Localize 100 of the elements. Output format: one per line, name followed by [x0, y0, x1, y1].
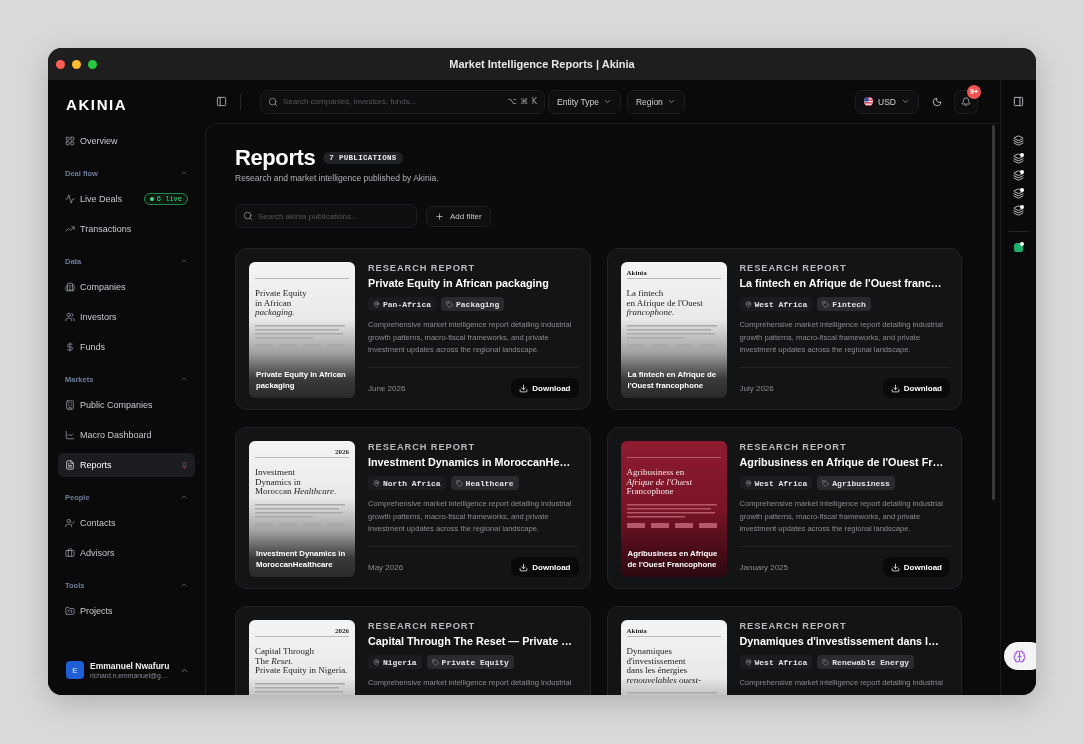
map-pin-icon	[373, 300, 380, 308]
tag-icon	[431, 658, 439, 666]
currency-dropdown[interactable]: USD	[855, 89, 919, 114]
report-title[interactable]: Agribusiness en Afrique de l'Ouest Fr…	[739, 455, 950, 470]
flag-icon	[864, 97, 874, 106]
chevron-down-icon	[602, 97, 612, 106]
maximize-window-button[interactable]	[88, 59, 97, 69]
bell-icon	[961, 96, 971, 107]
report-date: January 2025	[739, 562, 788, 572]
plus-icon	[435, 211, 444, 221]
report-category: RESEARCH REPORT	[739, 262, 848, 274]
cover-heading: Investment Dynamics in Moroccan Healthcare.	[255, 468, 338, 497]
sector-name: Agribusiness	[832, 478, 890, 488]
logo[interactable]: AKINIA	[66, 95, 128, 113]
users-icon	[65, 312, 75, 322]
nav-item[interactable]: Public Companies	[58, 393, 195, 417]
brain-icon	[1013, 649, 1026, 663]
chevron-down-icon	[901, 97, 910, 106]
nav-item[interactable]: Overview	[58, 129, 195, 153]
close-window-button[interactable]	[56, 59, 65, 69]
nav-item[interactable]: Projects	[58, 599, 195, 623]
nav-item[interactable]: Macro Dashboard	[58, 423, 195, 447]
report-card[interactable]	[235, 427, 591, 589]
shortcut-hint: ⌥ ⌘ K	[507, 95, 537, 108]
minimize-window-button[interactable]	[72, 59, 81, 69]
report-title[interactable]: Dynamiques d'investissement dans l…	[739, 634, 950, 649]
nav-item[interactable]: Investors	[58, 305, 195, 329]
grid-icon	[65, 136, 75, 146]
notifications-button[interactable]	[954, 89, 978, 114]
report-date: June 2026	[368, 383, 406, 393]
folder-icon	[65, 606, 75, 616]
trending-up-icon	[65, 224, 75, 234]
nav-item[interactable]: Reports	[58, 453, 195, 477]
pin-icon	[181, 461, 188, 469]
map-pin-icon	[373, 479, 380, 487]
download-icon	[890, 562, 900, 572]
download-button[interactable]: Download	[882, 378, 950, 398]
location-name: Nigeria	[383, 657, 417, 667]
panel-right-icon	[1013, 96, 1024, 107]
moon-icon	[932, 96, 942, 107]
scrollbar-thumb[interactable]	[992, 125, 995, 500]
download-button[interactable]: Download	[882, 557, 950, 577]
briefcase-icon	[65, 548, 75, 558]
map-pin-icon	[744, 300, 752, 308]
download-icon	[519, 562, 529, 572]
sector-name: Renewable Energy	[832, 657, 910, 667]
layers-icon[interactable]	[1013, 205, 1024, 216]
app-tile-icon[interactable]	[1013, 242, 1024, 253]
building-icon	[65, 400, 75, 410]
report-title[interactable]: Capital Through The Reset — Private …	[368, 634, 579, 649]
window-title: Market Intelligence Reports | Akinia	[449, 58, 635, 70]
add-filter-button[interactable]: Add filter	[426, 205, 491, 227]
report-title[interactable]: Private Equity in African packaging	[368, 276, 579, 291]
layers-icon[interactable]	[1013, 170, 1024, 181]
report-title[interactable]: La fintech en Afrique de l'Ouest franc…	[739, 276, 950, 291]
file-text-icon	[65, 460, 75, 470]
layers-icon[interactable]	[1013, 187, 1024, 199]
location-name: Pan-Africa	[383, 299, 431, 309]
cover-heading: La fintech en Afrique de l'Ouest francophone.	[626, 289, 704, 318]
avatar[interactable]: E	[66, 661, 84, 679]
nav-item[interactable]: Advisors	[58, 541, 195, 565]
search-field[interactable]: Search akinia publications...	[235, 204, 417, 228]
nav-item[interactable]: Transactions	[58, 217, 195, 241]
user-name: Emmanuel Nwafuru	[90, 661, 170, 671]
download-button[interactable]: Download	[511, 378, 579, 398]
map-pin-icon	[744, 658, 752, 666]
assistant-button[interactable]	[1004, 642, 1036, 670]
building-icon	[65, 282, 75, 292]
report-title[interactable]: Investment Dynamics in MoroccanHe…	[368, 455, 579, 470]
tag-icon	[822, 479, 830, 487]
nav-item[interactable]: Companies	[58, 275, 195, 299]
location-name: West Africa	[754, 657, 808, 667]
nav-item[interactable]: Contacts	[58, 511, 195, 535]
map-pin-icon	[373, 658, 380, 666]
panel-left-icon	[215, 96, 227, 107]
nav-item[interactable]: Funds	[58, 335, 195, 359]
cover-heading: Dynamiques d'investissement dans les énergies renouvelables ouest-	[626, 647, 702, 686]
download-icon	[519, 383, 529, 393]
report-category: RESEARCH REPORT	[739, 441, 848, 453]
report-card[interactable]	[235, 248, 591, 410]
report-card[interactable]	[606, 427, 962, 589]
filter-dropdown[interactable]: Region	[626, 89, 685, 114]
activity-icon	[65, 194, 75, 204]
report-card[interactable]	[606, 248, 962, 410]
filter-dropdown[interactable]: Entity Type	[548, 89, 621, 114]
location-name: West Africa	[754, 478, 808, 488]
tag-icon	[822, 658, 830, 666]
cover-heading: Capital Through The Reset. Private Equity in Nigeria.	[255, 647, 349, 676]
layers-icon[interactable]	[1013, 135, 1024, 146]
location-name: North Africa	[383, 478, 441, 488]
report-date: May 2026	[368, 562, 404, 572]
user-check-icon	[65, 518, 75, 528]
tag-icon	[446, 300, 453, 308]
page-title: Reports	[235, 145, 316, 171]
cover-heading: Agribusiness en Afrique de l'Ouest Francophone	[626, 468, 693, 497]
layers-icon[interactable]	[1013, 152, 1024, 164]
tag-icon	[455, 479, 463, 487]
download-button[interactable]: Download	[511, 557, 579, 577]
line-chart-icon	[65, 430, 75, 440]
report-category: RESEARCH REPORT	[739, 620, 848, 632]
